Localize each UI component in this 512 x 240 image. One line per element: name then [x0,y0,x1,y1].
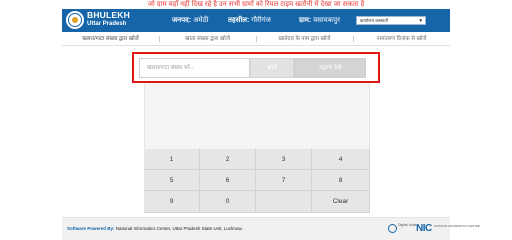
notice-marquee: जो ग्राम यहाँ नहीं दिख रहे है उन सभी ग्र… [147,1,365,8]
brand: BHULEKH Uttar Pradesh [87,11,130,29]
keypad-key-2[interactable]: 2 [200,149,256,170]
footer-credit-prefix: Software Powered By: [67,226,115,231]
digital-india-text: Digital India [398,223,417,227]
up-emblem-icon [66,11,84,29]
app-header: BHULEKH Uttar Pradesh जनपद: अमेठी तहसील:… [62,9,450,32]
village-select[interactable]: कार्यालय कस्बाती ▼ [356,16,426,25]
footer-credit-org: National Informatics Center, Uttar Prade… [115,226,243,231]
brand-title: BHULEKH [87,10,130,20]
keypad-key-1[interactable]: 1 [144,149,200,170]
tab-khasra-search[interactable]: खसरा/गाटा संख्या द्वारा खोजें [62,33,159,45]
district-field: जनपद: अमेठी [172,16,208,25]
nic-logo-subtext: NATIONAL INFORMATICS CENTRE [434,224,480,228]
tab-khata-search[interactable]: खाता संख्या द्वारा खोजें [159,33,256,45]
tehsil-label: तहसील: [228,17,250,24]
keypad-clear-button[interactable]: Clear [312,191,370,213]
search-bar-highlight: खसरा/गाटा संख्या भरें... खोजें उद्धरण दे… [132,52,380,83]
digital-india-icon [388,224,397,233]
district-value: अमेठी [193,17,209,24]
tab-owner-name-search[interactable]: खातेदार के नाम द्वारा खोजें [256,33,353,45]
keypad-key-8[interactable]: 8 [312,170,370,191]
footer-credit: Software Powered By: National Informatic… [67,225,243,233]
numeric-keypad: 1 2 3 4 5 6 7 8 9 0 Clear [144,149,370,213]
chevron-down-icon: ▼ [418,18,423,23]
app-root: जो ग्राम यहाँ नहीं दिख रहे है उन सभी ग्र… [0,0,512,240]
nic-logo-text: NIC [416,223,432,234]
tehsil-value: गौरीगंज [251,17,271,24]
tab-mutation-date-search[interactable]: नामांतरण दिनांक से खोजें [353,33,450,45]
keypad-key-3[interactable]: 3 [256,149,312,170]
keypad-key-5[interactable]: 5 [144,170,200,191]
keypad-key-0[interactable]: 0 [200,191,256,213]
village-value: वसायकपुर [313,17,340,24]
district-label: जनपद: [172,17,192,24]
keypad-key-9[interactable]: 9 [144,191,200,213]
results-display-area [144,83,370,149]
keypad-key-7[interactable]: 7 [256,170,312,191]
keypad-key-6[interactable]: 6 [200,170,256,191]
footer: Software Powered By: National Informatic… [62,217,480,240]
search-button[interactable]: खोजें [250,58,294,78]
village-select-value: कार्यालय कस्बाती [360,18,388,23]
view-extract-button[interactable]: उद्धरण देखें [294,58,366,78]
brand-subtitle: Uttar Pradesh [87,21,127,27]
tehsil-field: तहसील: गौरीगंज [228,16,271,25]
keypad-key-blank [256,191,312,213]
village-label: ग्राम: [299,17,312,24]
village-field: ग्राम: वसायकपुर [299,16,340,25]
khasra-number-input[interactable]: खसरा/गाटा संख्या भरें... [139,58,250,78]
keypad-key-4[interactable]: 4 [312,149,370,170]
search-tabs: खसरा/गाटा संख्या द्वारा खोजें खाता संख्य… [62,33,450,46]
